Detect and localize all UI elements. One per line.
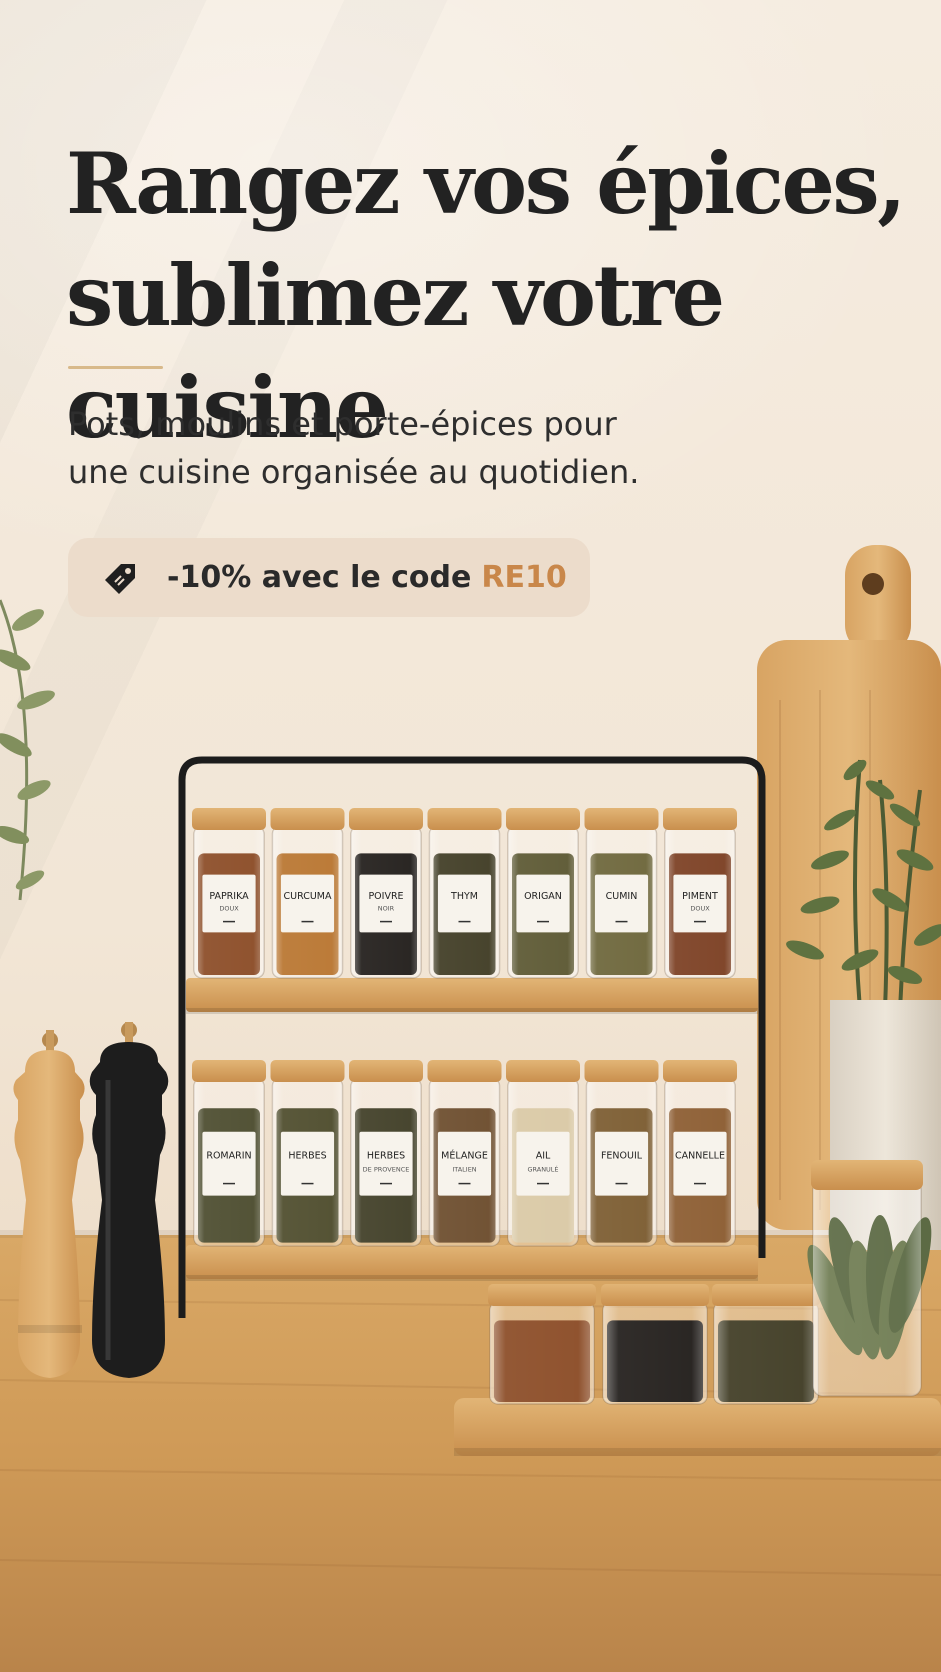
accent-divider [68,366,163,369]
jar-label [516,874,570,933]
left-plant [0,599,55,901]
jar-label-name: ROMARIN [206,1151,251,1162]
jar-label [437,874,492,933]
jar-label [280,874,335,933]
spice-jar: CANNELLE [663,1060,737,1247]
jar-label [516,1131,570,1196]
promo-badge[interactable]: -10% avec le code RE10 [68,538,590,617]
jar-lid [427,808,502,830]
spice-jar: HERBES [270,1060,345,1247]
spice-jar: CUMIN [584,808,659,979]
promo-code: RE10 [481,560,567,595]
promo-text: -10% avec le code [167,560,472,595]
jar-lid [192,1060,266,1082]
black-pepper-mill [89,1022,169,1378]
jar-lid [584,808,659,830]
spice-jar: PIMENT DOUX [663,808,737,979]
spice-jar: POIVRE NOIR [349,808,423,979]
jar-lid [427,1060,502,1082]
jar-lid [506,1060,580,1082]
jar-label-name: HERBES [288,1151,326,1162]
wooden-tray [454,1398,941,1456]
jar-lid [506,808,580,830]
jar-label [437,1131,492,1196]
jar-lid [663,1060,737,1082]
spice-jar: AIL GRANULÉ [506,1060,580,1247]
spice-jar: MÉLANGE ITALIEN [427,1060,502,1247]
jar-label [359,1131,413,1196]
spice-jar [712,1284,820,1405]
jar-label-name: POIVRE [368,891,403,902]
wooden-pepper-mill [13,1030,85,1378]
top-row-jars: PAPRIKA DOUX CURCUMA POIVRE NOIR THYM ORIGAN CU… [192,808,737,979]
subtitle: Pots, moulins et porte-épices pour une c… [68,400,768,496]
spice-jar: ROMARIN [192,1060,266,1247]
jar-label-sub: DOUX [219,904,239,912]
jar-label-sub: GRANULÉ [527,1164,558,1173]
jar-lid [584,1060,659,1082]
jar-lid [270,1060,345,1082]
headline-line-1: Rangez vos épices, [66,134,906,233]
jar-label-name: CURCUMA [284,891,332,902]
spice-jar: THYM [427,808,502,979]
spice-jar: HERBES DE PROVENCE [349,1060,423,1247]
jar-label [594,1131,649,1196]
jar-label-name: CUMIN [606,891,638,902]
jar-label [202,1131,256,1196]
jar-lid [712,1284,820,1306]
jar-lid [270,808,345,830]
jar-label [673,1131,727,1196]
spice-jar: PAPRIKA DOUX [192,808,266,979]
price-tag-icon [105,563,135,594]
jar-label [594,874,649,933]
bay-leaf-jar [807,1160,932,1397]
jar-label-name: THYM [450,891,478,902]
jar-label-sub: DOUX [690,904,710,912]
jar-lid [811,1160,923,1190]
jar-label-sub: ITALIEN [452,1165,476,1173]
jar-lid [488,1284,596,1306]
jar-label-name: AIL [536,1151,551,1162]
jar-lid [663,808,737,830]
jar-lid [349,808,423,830]
spice-jar: FENOUIL [584,1060,659,1247]
spice-jar: ORIGAN [506,808,580,979]
subtitle-line-2: une cuisine organisée au quotidien. [68,453,640,491]
jar-label-sub: DE PROVENCE [363,1165,410,1173]
jar-label-name: PAPRIKA [209,891,249,902]
jar-label [280,1131,335,1196]
jar-label-name: PIMENT [682,891,718,902]
jar-label-name: CANNELLE [675,1151,725,1162]
jar-label-sub: NOIR [378,904,395,912]
jar-lid [192,808,266,830]
jar-lid [349,1060,423,1082]
jar-lid [601,1284,709,1306]
jar-label-name: FENOUIL [601,1151,643,1162]
bottom-row-jars: ROMARIN HERBES HERBES DE PROVENCE MÉLANGE ITA… [192,1060,737,1247]
subtitle-line-1: Pots, moulins et porte-épices pour [68,405,617,443]
spice-jar [601,1284,709,1405]
jar-label-name: MÉLANGE [441,1150,488,1162]
jar-label-name: ORIGAN [524,891,562,902]
jar-label-name: HERBES [367,1151,405,1162]
spice-jar: CURCUMA [270,808,345,979]
spice-jar [488,1284,596,1405]
